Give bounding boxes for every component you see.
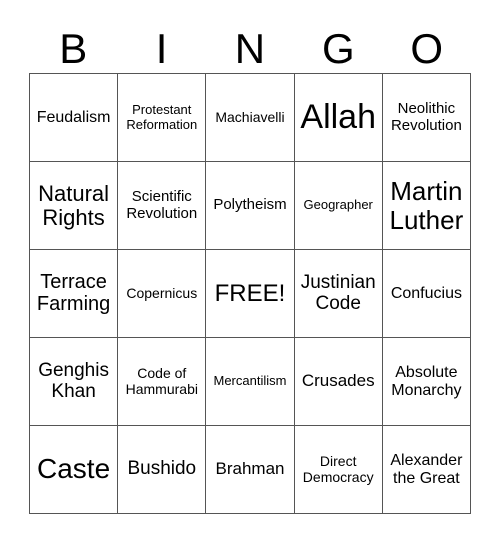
bingo-cell[interactable]: Bushido	[118, 426, 207, 514]
bingo-cell[interactable]: Allah	[294, 74, 383, 162]
bingo-cell[interactable]: Direct Democracy	[294, 426, 383, 514]
bingo-cell[interactable]: Alexander the Great	[382, 426, 471, 514]
header-letter-b: B	[59, 25, 88, 72]
header-letter-o: O	[410, 25, 444, 72]
bingo-cell[interactable]: Confucius	[382, 250, 471, 338]
bingo-cell[interactable]: Protestant Reformation	[118, 74, 207, 162]
bingo-cell[interactable]: Brahman	[206, 426, 295, 514]
bingo-cell[interactable]: Polytheism	[206, 162, 295, 250]
bingo-cell[interactable]: Neolithic Revolution	[382, 74, 471, 162]
header-letter-g: G	[322, 25, 355, 72]
bingo-cell[interactable]: Copernicus	[118, 250, 207, 338]
bingo-cell[interactable]: Natural Rights	[30, 162, 119, 250]
bingo-grid: Feudalism Protestant Reformation Machiave…	[29, 73, 471, 514]
bingo-cell[interactable]: Mercantilism	[206, 338, 295, 426]
bingo-cell[interactable]: Geographer	[294, 162, 383, 250]
bingo-cell[interactable]: Caste	[30, 426, 119, 514]
bingo-cell[interactable]: Code of Hammurabi	[118, 338, 207, 426]
bingo-cell[interactable]: Martin Luther	[382, 162, 471, 250]
bingo-header: B I N G O	[29, 26, 471, 72]
bingo-cell[interactable]: Terrace Farming	[30, 250, 119, 338]
free-space[interactable]: FREE!	[206, 250, 295, 338]
header-letter-i: I	[155, 25, 168, 72]
bingo-cell[interactable]: Feudalism	[30, 74, 119, 162]
bingo-cell[interactable]: Justinian Code	[294, 250, 383, 338]
bingo-cell[interactable]: Machiavelli	[206, 74, 295, 162]
bingo-cell[interactable]: Scientific Revolution	[118, 162, 207, 250]
bingo-cell[interactable]: Absolute Monarchy	[382, 338, 471, 426]
bingo-cell[interactable]: Crusades	[294, 338, 383, 426]
header-letter-n: N	[234, 25, 266, 72]
bingo-cell[interactable]: Genghis Khan	[30, 338, 119, 426]
